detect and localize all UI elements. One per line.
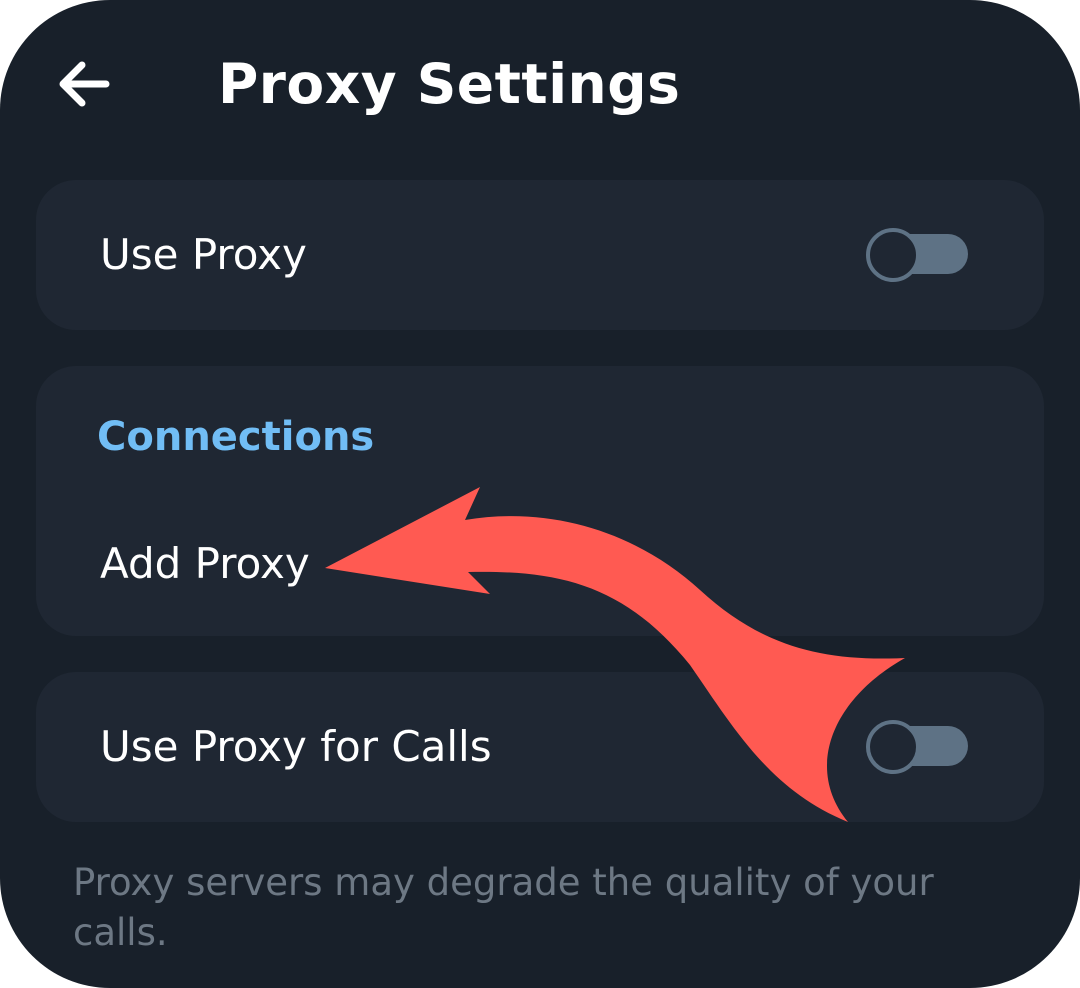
- use-proxy-label: Use Proxy: [100, 230, 307, 279]
- toggle-knob: [866, 228, 920, 282]
- calls-info-note: Proxy servers may degrade the quality of…: [73, 861, 934, 954]
- screen: Proxy Settings Use Proxy Connections Add…: [0, 0, 1080, 988]
- arrow-left-icon: [59, 61, 110, 107]
- app-bar: Proxy Settings: [0, 0, 1080, 170]
- use-proxy-for-calls-toggle[interactable]: [866, 720, 970, 774]
- page-title: Proxy Settings: [218, 52, 681, 116]
- connections-section: Connections Add Proxy: [36, 366, 1044, 636]
- use-proxy-for-calls-row[interactable]: Use Proxy for Calls: [36, 672, 1044, 822]
- use-proxy-row[interactable]: Use Proxy: [36, 180, 1044, 330]
- use-proxy-toggle[interactable]: [866, 228, 970, 282]
- toggle-knob: [866, 720, 920, 774]
- add-proxy-button[interactable]: Add Proxy: [100, 538, 310, 590]
- connections-header: Connections: [97, 414, 375, 460]
- back-button[interactable]: [48, 52, 120, 116]
- use-proxy-for-calls-label: Use Proxy for Calls: [100, 722, 492, 771]
